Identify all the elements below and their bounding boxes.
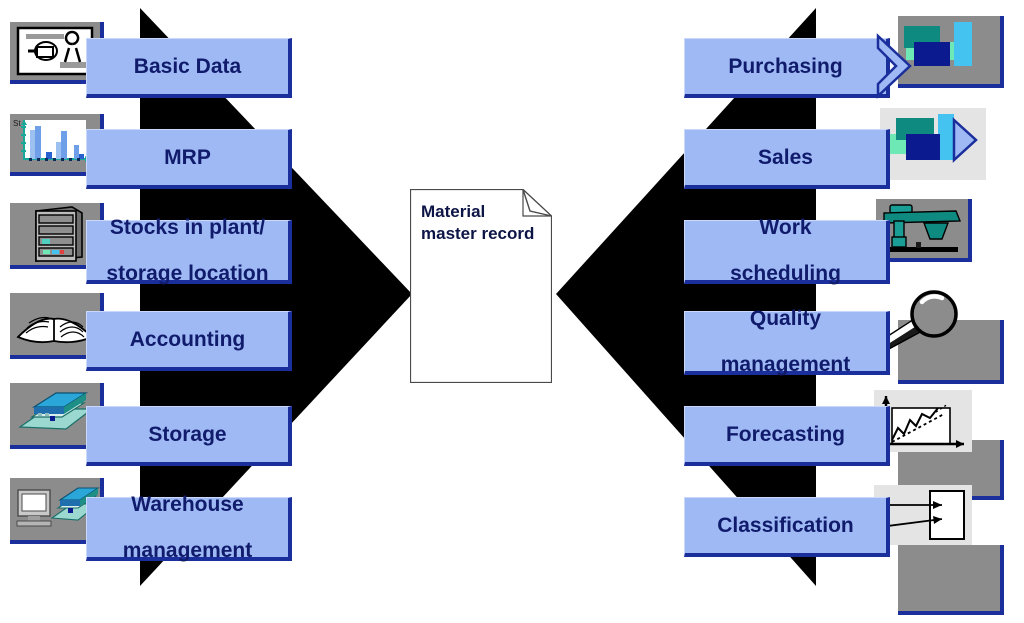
icon-sales-blocks-arrow-icon [880, 108, 986, 180]
label-purchasing-text: Purchasing [728, 55, 843, 78]
label-work-scheduling[interactable]: Work scheduling [684, 216, 890, 285]
label-quality-management-text: Quality management [721, 307, 851, 376]
label-quality-line2: management [720, 353, 851, 376]
label-quality-line1: Quality [749, 307, 822, 330]
icon-machine-press-icon [876, 199, 972, 262]
label-stocks-line1: Stocks in plant/ [109, 216, 266, 239]
label-forecasting-text: Forecasting [725, 423, 846, 446]
label-sales-text: Sales [758, 146, 813, 169]
label-warehouse-management-text: Warehouse management [123, 493, 253, 562]
label-accounting-text: Accounting [129, 328, 246, 351]
label-work-line1: Work [759, 216, 812, 239]
doc-title-line2: master record [421, 224, 535, 243]
label-basic-data[interactable]: Basic Data [86, 38, 292, 98]
label-classification[interactable]: Classification [684, 497, 890, 557]
label-stocks-in-plant-text: Stocks in plant/ storage location [106, 216, 268, 285]
diagram-canvas: Material master record St t [0, 0, 1024, 623]
svg-text:St: St [13, 119, 21, 128]
label-mrp-text: MRP [164, 146, 211, 169]
label-forecasting[interactable]: Forecasting [684, 406, 890, 466]
label-storage[interactable]: Storage [86, 406, 292, 466]
label-basic-data-text: Basic Data [133, 55, 242, 78]
label-work-line2: scheduling [730, 262, 841, 285]
label-warehouse-line1: Warehouse [131, 493, 244, 516]
label-work-scheduling-text: Work scheduling [730, 216, 841, 285]
label-mrp[interactable]: MRP [86, 129, 292, 189]
label-warehouse-management[interactable]: Warehouse management [86, 493, 292, 562]
label-accounting[interactable]: Accounting [86, 311, 292, 371]
label-sales[interactable]: Sales [684, 129, 890, 189]
label-warehouse-line2: management [122, 539, 253, 562]
label-quality-management[interactable]: Quality management [684, 307, 890, 376]
label-purchasing[interactable]: Purchasing [684, 38, 890, 98]
icon-classification-box [898, 545, 1004, 615]
label-stocks-in-plant[interactable]: Stocks in plant/ storage location [86, 216, 292, 285]
purchasing-chevron-icon [876, 28, 922, 106]
label-storage-text: Storage [148, 423, 227, 446]
label-stocks-line2: storage location [106, 262, 269, 285]
label-classification-text: Classification [717, 514, 854, 537]
doc-title-line1: Material [421, 202, 486, 221]
